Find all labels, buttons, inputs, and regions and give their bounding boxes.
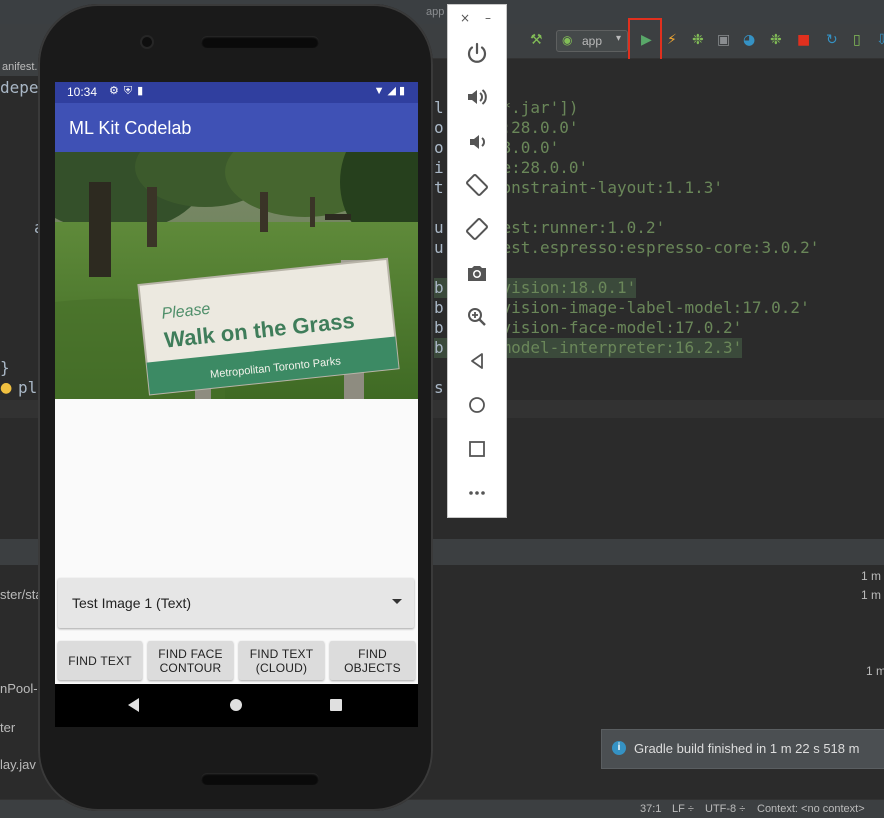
nav-home-icon[interactable] (230, 699, 242, 711)
button-label: FIND TEXT (249, 646, 314, 661)
sync-icon[interactable]: ↻ (826, 31, 838, 49)
top-speaker (201, 36, 319, 48)
window-title: app (426, 6, 445, 18)
code-prefix: b (434, 278, 444, 297)
code-prefix: s (434, 378, 444, 397)
run-button-highlight (628, 18, 662, 65)
stop-icon[interactable]: ■ (797, 31, 810, 49)
build-duration: 1 m (861, 569, 882, 583)
more-icon[interactable] (465, 481, 489, 505)
rotate-right-icon[interactable] (465, 217, 489, 241)
test-image-spinner[interactable]: Test Image 1 (Text) (58, 578, 414, 628)
build-output-line: ter (0, 720, 16, 735)
gauge-icon[interactable]: ◕ (743, 31, 755, 49)
run-configuration-dropdown[interactable]: ◉ app ▾ (556, 30, 628, 52)
button-label: FIND FACE (158, 646, 223, 661)
home-icon[interactable] (465, 393, 489, 417)
code-fragment: depe (0, 78, 39, 97)
volume-up-icon[interactable] (465, 85, 489, 109)
code-prefix: i (434, 158, 444, 177)
apply-changes-icon[interactable]: ⚡ (667, 31, 677, 49)
context-indicator[interactable]: Context: <no context> (757, 803, 865, 815)
build-output-line: nPool- (0, 681, 38, 696)
button-label: FIND TEXT (68, 653, 132, 668)
file-encoding[interactable]: UTF-8 ÷ (705, 803, 745, 815)
button-label: (CLOUD) (255, 660, 308, 675)
bottom-speaker (201, 773, 319, 785)
app-bar: ML Kit Codelab (55, 103, 418, 152)
phone-screen: 10:34 ⚙⛨▮ ▼◢▮ ML Kit Codelab Please Walk… (55, 82, 418, 727)
info-icon: i (612, 741, 626, 755)
volume-down-icon[interactable] (465, 130, 489, 154)
code-fragment: } (0, 358, 10, 377)
app-title: ML Kit Codelab (69, 118, 192, 138)
status-notification-icons: ⚙⛨▮ (109, 85, 149, 97)
code-string: test.espresso:espresso-core:3.0.2' (491, 238, 820, 257)
chevron-down-icon: ▾ (615, 33, 621, 44)
line-separator[interactable]: LF ÷ (672, 803, 694, 815)
code-string: constraint-layout:1.1.3' (491, 178, 723, 197)
build-hammer-icon[interactable]: ⚒ (530, 31, 543, 49)
code-prefix: b (434, 298, 444, 317)
code-prefix: l (434, 98, 444, 117)
lightbulb-icon[interactable]: ● (0, 379, 12, 397)
back-icon[interactable] (465, 349, 489, 373)
nav-recents-icon[interactable] (330, 699, 342, 711)
emulator-controls-panel: × – (447, 4, 507, 518)
build-output-line: ster/sta (0, 587, 43, 602)
status-system-icons: ▼◢▮ (373, 85, 408, 97)
android-icon: ◉ (562, 33, 573, 47)
avd-manager-icon[interactable]: ▯ (853, 31, 861, 49)
code-string: test:runner:1.0.2' (491, 218, 666, 237)
build-output-line: lay.jav (0, 757, 36, 772)
code-prefix: o (434, 138, 444, 157)
find-face-contour-button[interactable]: FIND FACE CONTOUR (148, 641, 233, 680)
sdk-manager-icon[interactable]: ⇩ (876, 31, 884, 49)
code-prefix: b (434, 338, 444, 357)
button-label: FIND (358, 646, 387, 661)
front-camera (142, 37, 152, 47)
debug-icon[interactable]: ❉ (692, 31, 704, 49)
android-status-bar: 10:34 ⚙⛨▮ ▼◢▮ (55, 82, 418, 103)
power-icon[interactable] (465, 41, 489, 65)
find-text-cloud-button[interactable]: FIND TEXT (CLOUD) (239, 641, 324, 680)
attach-debugger-icon[interactable]: ❉ (770, 31, 782, 49)
find-text-button[interactable]: FIND TEXT (58, 641, 142, 680)
code-prefix: u (434, 238, 444, 257)
notification-message: Gradle build finished in 1 m 22 s 518 m (634, 741, 860, 756)
code-prefix: t (434, 178, 444, 197)
close-icon[interactable]: × (460, 11, 470, 25)
zoom-icon[interactable] (465, 305, 489, 329)
spinner-selected-value: Test Image 1 (Text) (72, 595, 192, 611)
code-string: -vision:18.0.1' (491, 278, 637, 297)
android-nav-bar (55, 684, 418, 727)
code-prefix: b (434, 318, 444, 337)
status-time: 10:34 (67, 85, 98, 99)
button-label: OBJECTS (344, 660, 401, 675)
code-string: -vision-face-model:17.0.2' (491, 318, 743, 337)
build-duration: 1 m (861, 588, 882, 602)
build-duration: 1 m (866, 664, 884, 678)
code-string: -model-interpreter:16.2.3' (491, 338, 743, 357)
code-string: -vision-image-label-model:17.0.2' (491, 298, 810, 317)
code-prefix: o (434, 118, 444, 137)
gradle-notification[interactable]: i Gradle build finished in 1 m 22 s 518 … (601, 729, 884, 769)
run-configuration-label: app (582, 34, 603, 48)
button-label: CONTOUR (159, 660, 222, 675)
rotate-left-icon[interactable] (465, 173, 489, 197)
nav-back-icon[interactable] (128, 698, 139, 712)
code-prefix: u (434, 218, 444, 237)
overview-icon[interactable] (465, 437, 489, 461)
camera-icon[interactable] (465, 261, 489, 285)
find-objects-button[interactable]: FIND OBJECTS (330, 641, 415, 680)
profile-icon[interactable]: ▣ (717, 31, 730, 49)
minimize-icon[interactable]: – (485, 11, 491, 25)
cursor-position[interactable]: 37:1 (640, 803, 661, 815)
dropdown-arrow-icon (392, 599, 402, 604)
test-image: Please Walk on the Grass Metropolitan To… (55, 152, 418, 399)
